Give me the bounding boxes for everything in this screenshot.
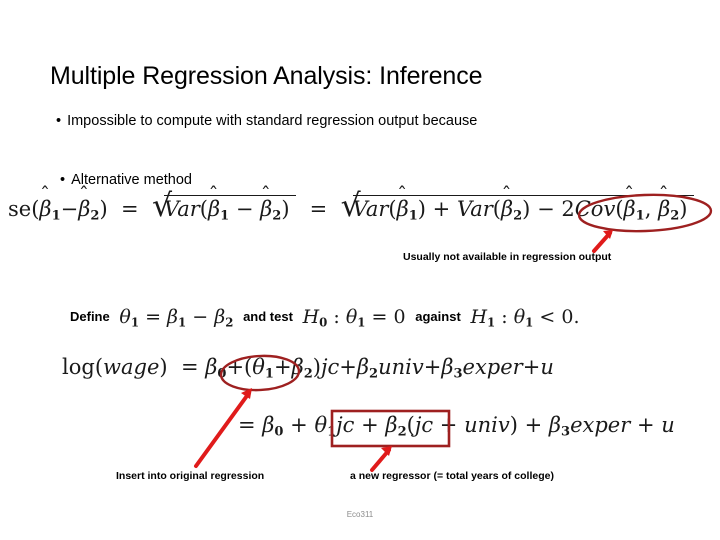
equation-log-wage-line2: = β0 + θ1jc + β2(jc + univ) + β3exper + … (238, 413, 675, 440)
bullet-marker-icon: • (56, 113, 62, 129)
eq-se-cov: Cov (574, 197, 616, 221)
eq-se-radical-1: Var(β1 − β2) (152, 191, 297, 224)
slide-footer: Eco311 (346, 510, 374, 519)
against-word: against (415, 309, 461, 324)
define-theta-expression: θ1 = β1 − β2 (113, 306, 234, 330)
wage-var: wage (103, 355, 160, 379)
annotation-caption-insert: Insert into original regression (116, 470, 265, 482)
page-title: Multiple Regression Analysis: Inference (50, 62, 483, 90)
eq-se-beta2: β (78, 197, 90, 221)
define-hypothesis-line: Define θ1 = β1 − β2 and test H0 : θ1 = 0… (70, 306, 579, 329)
log-fn: log (62, 355, 95, 379)
annotation-caption-cov: Usually not available in regression outp… (403, 251, 612, 263)
arrow-to-cov-icon (592, 230, 613, 253)
annotation-caption-regressor: a new regressor (= total years of colleg… (350, 470, 554, 482)
define-word: Define (70, 309, 110, 324)
equation-standard-error: se(β1−β2) = Var(β1 − β2) = Var(β1) + Var… (8, 191, 695, 224)
alt-hypothesis: H1 : θ1 < 0. (470, 306, 580, 330)
bullet-text: Impossible to compute with standard regr… (67, 113, 478, 129)
arrow-to-jc-univ-icon (370, 446, 392, 472)
slide-canvas: Multiple Regression Analysis: Inference … (0, 0, 720, 540)
eq-se-fn: se (8, 197, 32, 221)
bullet-marker-icon: • (60, 172, 66, 188)
bullet-text: Alternative method (71, 172, 192, 188)
eq-se-var-3: Var (456, 197, 493, 221)
eq-se-var-2: Var (352, 197, 389, 221)
bullet-item-impossible: • Impossible to compute with standard reg… (56, 113, 477, 129)
eq-se-var-1: Var (163, 197, 200, 221)
null-hypothesis: H0 : θ1 = 0 (302, 306, 406, 330)
and-test-word: and test (243, 309, 293, 324)
eq-se-radical-2: Var(β1) + Var(β2) − 2Cov(β1, β2) (341, 191, 695, 224)
equation-log-wage-line1: log(wage) = β0+(θ1+β2)jc+β2univ+β3exper+… (62, 355, 554, 382)
eq-se-beta1: β (39, 197, 51, 221)
